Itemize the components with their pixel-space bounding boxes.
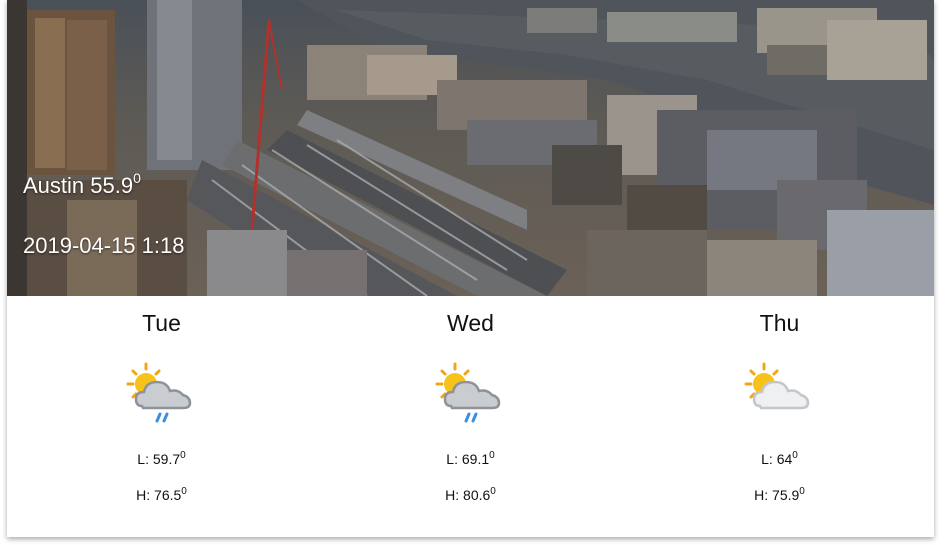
degree-mark: 0 xyxy=(180,450,186,461)
high-label: H: xyxy=(445,487,464,503)
degree-mark: 0 xyxy=(799,486,805,497)
high-value: 75.9 xyxy=(772,487,800,503)
partly-cloudy-icon xyxy=(744,362,810,410)
forecast-high: H: 76.50 xyxy=(7,486,316,503)
degree-mark: 0 xyxy=(489,450,495,461)
partly-cloudy-rain-icon xyxy=(126,362,192,423)
degree-mark: 0 xyxy=(490,486,496,497)
forecast-day: Thu L: 640 H: 75.90 xyxy=(625,296,934,537)
city-background-image: Austin 55.90 2019-04-15 1:18 xyxy=(7,0,934,296)
degree-mark: 0 xyxy=(181,486,187,497)
forecast-low: L: 69.10 xyxy=(316,450,625,467)
forecast-high: H: 80.60 xyxy=(316,486,625,503)
forecast-list: Tue L: 59.70 H: 76.50 Wed L: 69.10 H: 80… xyxy=(7,296,934,537)
low-value: 69.1 xyxy=(461,451,490,467)
forecast-day-name: Thu xyxy=(759,310,800,336)
degree-mark: 0 xyxy=(792,450,798,461)
forecast-day: Wed L: 69.10 H: 80.60 xyxy=(316,296,625,537)
forecast-day-name: Wed xyxy=(447,310,494,336)
forecast-day-name: Tue xyxy=(142,310,181,336)
degree-mark: 0 xyxy=(133,170,141,186)
current-temperature-value: 55.9 xyxy=(90,173,134,198)
low-value: 64 xyxy=(776,451,793,467)
low-label: L: xyxy=(761,451,777,467)
high-label: H: xyxy=(754,487,773,503)
high-label: H: xyxy=(136,487,155,503)
forecast-low: L: 640 xyxy=(625,450,934,467)
forecast-high: H: 75.90 xyxy=(625,486,934,503)
forecast-day: Tue L: 59.70 H: 76.50 xyxy=(7,296,316,537)
partly-cloudy-rain-icon xyxy=(435,362,501,423)
current-temperature: Austin 55.90 xyxy=(23,170,141,199)
forecast-low: L: 59.70 xyxy=(7,450,316,467)
low-label: L: xyxy=(446,451,462,467)
current-datetime: 2019-04-15 1:18 xyxy=(23,233,185,258)
low-label: L: xyxy=(137,451,153,467)
weather-card: Austin 55.90 2019-04-15 1:18 Tue L: 59.7… xyxy=(7,0,934,537)
high-value: 80.6 xyxy=(463,487,491,503)
city-name: Austin xyxy=(23,173,85,198)
high-value: 76.5 xyxy=(154,487,182,503)
low-value: 59.7 xyxy=(152,451,181,467)
